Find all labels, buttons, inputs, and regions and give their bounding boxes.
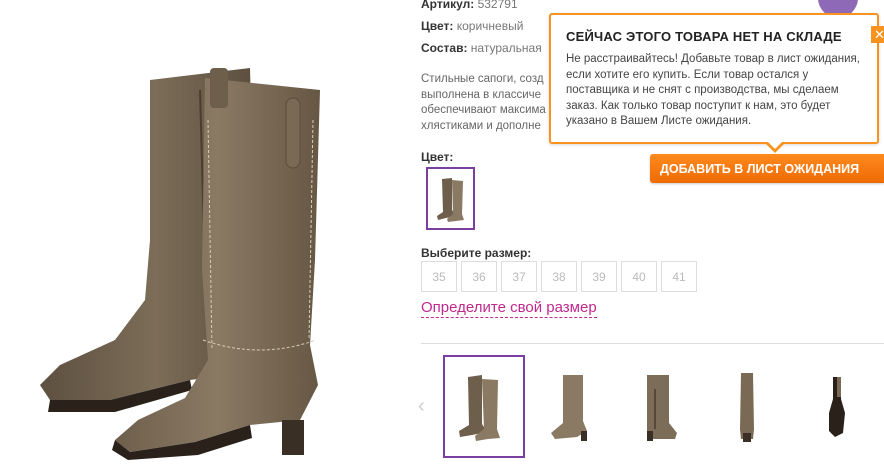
size-option[interactable]: 38: [541, 261, 577, 292]
product-description: Стильные сапоги, созд выполнена в класси…: [421, 72, 551, 134]
popup-title: СЕЙЧАС ЭТОГО ТОВАРА НЕТ НА СКЛАДЕ: [566, 29, 842, 44]
chevron-left-icon[interactable]: ‹: [418, 396, 425, 416]
boot-thumb-image: [459, 375, 500, 441]
thumbnail-sole[interactable]: [794, 355, 876, 458]
description-line: выполнена в классиче: [421, 88, 542, 101]
thumbnail-back[interactable]: [706, 355, 788, 458]
article-label: Артикул:: [421, 0, 475, 11]
close-icon[interactable]: ✕: [871, 26, 884, 43]
size-option[interactable]: 41: [661, 261, 697, 292]
description-line: Стильные сапоги, созд: [421, 73, 544, 85]
thumbnail-side[interactable]: [530, 355, 612, 458]
boot-thumb-image: [829, 377, 845, 437]
color-section-label: Цвет:: [421, 150, 454, 164]
composition-value: натуральная: [470, 41, 542, 55]
article-value: 532791: [477, 0, 518, 11]
thumbnail-inner-side[interactable]: [618, 355, 700, 458]
add-to-waitlist-button[interactable]: ДОБАВИТЬ В ЛИСТ ОЖИДАНИЯ: [650, 154, 884, 183]
size-list: 35 36 37 38 39 40 41: [421, 261, 697, 292]
popup-text: Не расстраивайтесь! Добавьте товар в лис…: [566, 53, 860, 127]
boots-image: [40, 68, 320, 460]
product-page: Артикул: 532791 Цвет: коричневый Состав:…: [0, 0, 884, 465]
description-line: обеспечивают максима: [421, 104, 546, 116]
color-attr-value: коричневый: [456, 19, 524, 33]
thumbnail-pair-angle[interactable]: [443, 355, 525, 458]
thumbnails-divider: [421, 343, 884, 344]
popup-arrow-fill: [768, 142, 782, 149]
boot-thumb-image: [740, 373, 754, 442]
size-option[interactable]: 39: [581, 261, 617, 292]
color-swatch-brown[interactable]: [426, 167, 475, 230]
size-section-label: Выберите размер:: [421, 246, 532, 260]
size-option[interactable]: 37: [501, 261, 537, 292]
description-line: хлястиками и дополне: [421, 119, 541, 132]
size-option[interactable]: 35: [421, 261, 457, 292]
size-option[interactable]: 36: [461, 261, 497, 292]
boot-thumb-image: [647, 375, 677, 441]
size-guide-link[interactable]: Определите свой размер: [421, 299, 597, 318]
color-attr-label: Цвет:: [421, 19, 454, 33]
composition-label: Состав:: [421, 41, 468, 55]
boot-swatch-image: [436, 177, 464, 222]
out-of-stock-popup: СЕЙЧАС ЭТОГО ТОВАРА НЕТ НА СКЛАДЕ Не рас…: [549, 13, 884, 153]
main-product-image[interactable]: [20, 40, 350, 460]
boot-thumb-image: [551, 375, 587, 441]
size-option[interactable]: 40: [621, 261, 657, 292]
